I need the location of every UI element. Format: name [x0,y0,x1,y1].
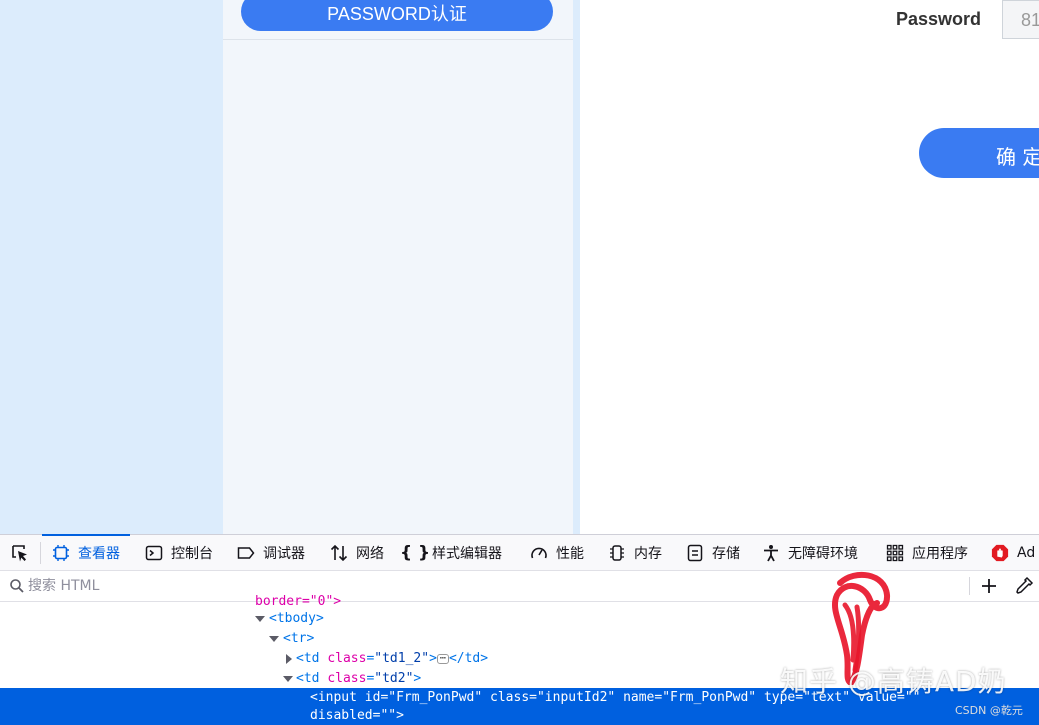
password-input[interactable]: 81 [1002,0,1039,39]
tab-network[interactable]: 网络 [330,535,384,571]
add-node-button[interactable] [978,575,1000,597]
auth-menu-panel [223,0,573,534]
element-picker-button[interactable] [6,535,34,571]
tab-label: 控制台 [171,546,213,562]
form-panel [580,0,1039,534]
search-separator [969,577,970,595]
menu-divider [223,39,573,40]
eyedropper-button[interactable] [1014,576,1034,596]
tree-node-tr[interactable]: <tr> [283,629,314,649]
memory-icon [608,544,626,562]
tab-label: 查看器 [78,546,120,562]
tab-inspector[interactable]: 查看器 [42,534,130,571]
tag-close: > [429,651,437,666]
tag-open: <td [296,671,328,686]
tab-storage[interactable]: 存储 [686,535,740,571]
storage-icon [686,544,704,562]
tab-label: 存储 [712,546,740,562]
tab-label: 无障碍环境 [788,546,858,562]
style-editor-icon: { } [399,543,431,563]
tree-node-tbody[interactable]: <tbody> [269,609,324,629]
adblock-icon [991,544,1009,562]
network-icon [330,544,348,562]
tab-label: 网络 [356,546,384,562]
eyedropper-icon [1016,576,1034,594]
search-icon [10,579,24,593]
console-icon [145,544,163,562]
search-html-input[interactable] [28,576,928,596]
tag-open: <td [296,651,328,666]
accessibility-icon [762,544,780,562]
confirm-button[interactable]: 确 定 [919,128,1039,178]
tree-node-td1[interactable]: <td class="td1_2"> ⋯ </td> [296,649,488,669]
selected-node-line-2: disabled=""> [310,708,404,723]
attr-name: class [327,671,367,686]
tab-console[interactable]: 控制台 [145,535,213,571]
tab-adblock[interactable]: Ad [991,535,1035,571]
tab-style-editor[interactable]: { } 样式编辑器 [399,535,502,571]
password-label: Password [896,9,982,29]
tree-node-td2[interactable]: <td class="td2"> [296,669,421,689]
password-auth-button[interactable]: PASSWORD认证 [241,0,553,31]
tab-performance[interactable]: 性能 [530,535,584,571]
tag-end: </td> [448,651,489,666]
collapsed-children-ellipsis[interactable]: ⋯ [436,653,449,664]
tab-memory[interactable]: 内存 [608,535,662,571]
csdn-watermark: CSDN @乾元 [955,704,1023,717]
left-panel [0,0,223,534]
attr-name: class [327,651,367,666]
tag-close: > [413,671,422,686]
collapse-toggle-icon[interactable] [286,654,292,664]
attr-value: "td1_2" [374,651,430,666]
attr-value: "td2" [374,671,414,686]
expand-toggle-icon[interactable] [269,636,279,642]
debugger-icon [237,544,255,562]
tab-label: 性能 [556,546,584,562]
screenshot-root: PASSWORD认证 Password 81 确 定 查看器 控制台 [0,0,1039,725]
tab-label: 内存 [634,546,662,562]
tab-label: Ad [1017,545,1036,561]
panel-splitter [573,0,580,534]
expand-toggle-icon[interactable] [283,676,293,682]
zhihu-watermark: 知乎 @高铸AD奶 [780,665,1007,698]
performance-icon [530,544,548,562]
application-icon [886,544,904,562]
plus-icon [982,579,996,593]
tab-label: 应用程序 [912,546,968,562]
tab-label: 调试器 [263,546,305,562]
toolbar-separator [40,542,41,564]
expand-toggle-icon[interactable] [255,616,265,622]
tab-debugger[interactable]: 调试器 [237,535,305,571]
tab-label: 样式编辑器 [432,546,502,562]
element-picker-icon [12,545,27,562]
inspector-icon [52,544,70,562]
